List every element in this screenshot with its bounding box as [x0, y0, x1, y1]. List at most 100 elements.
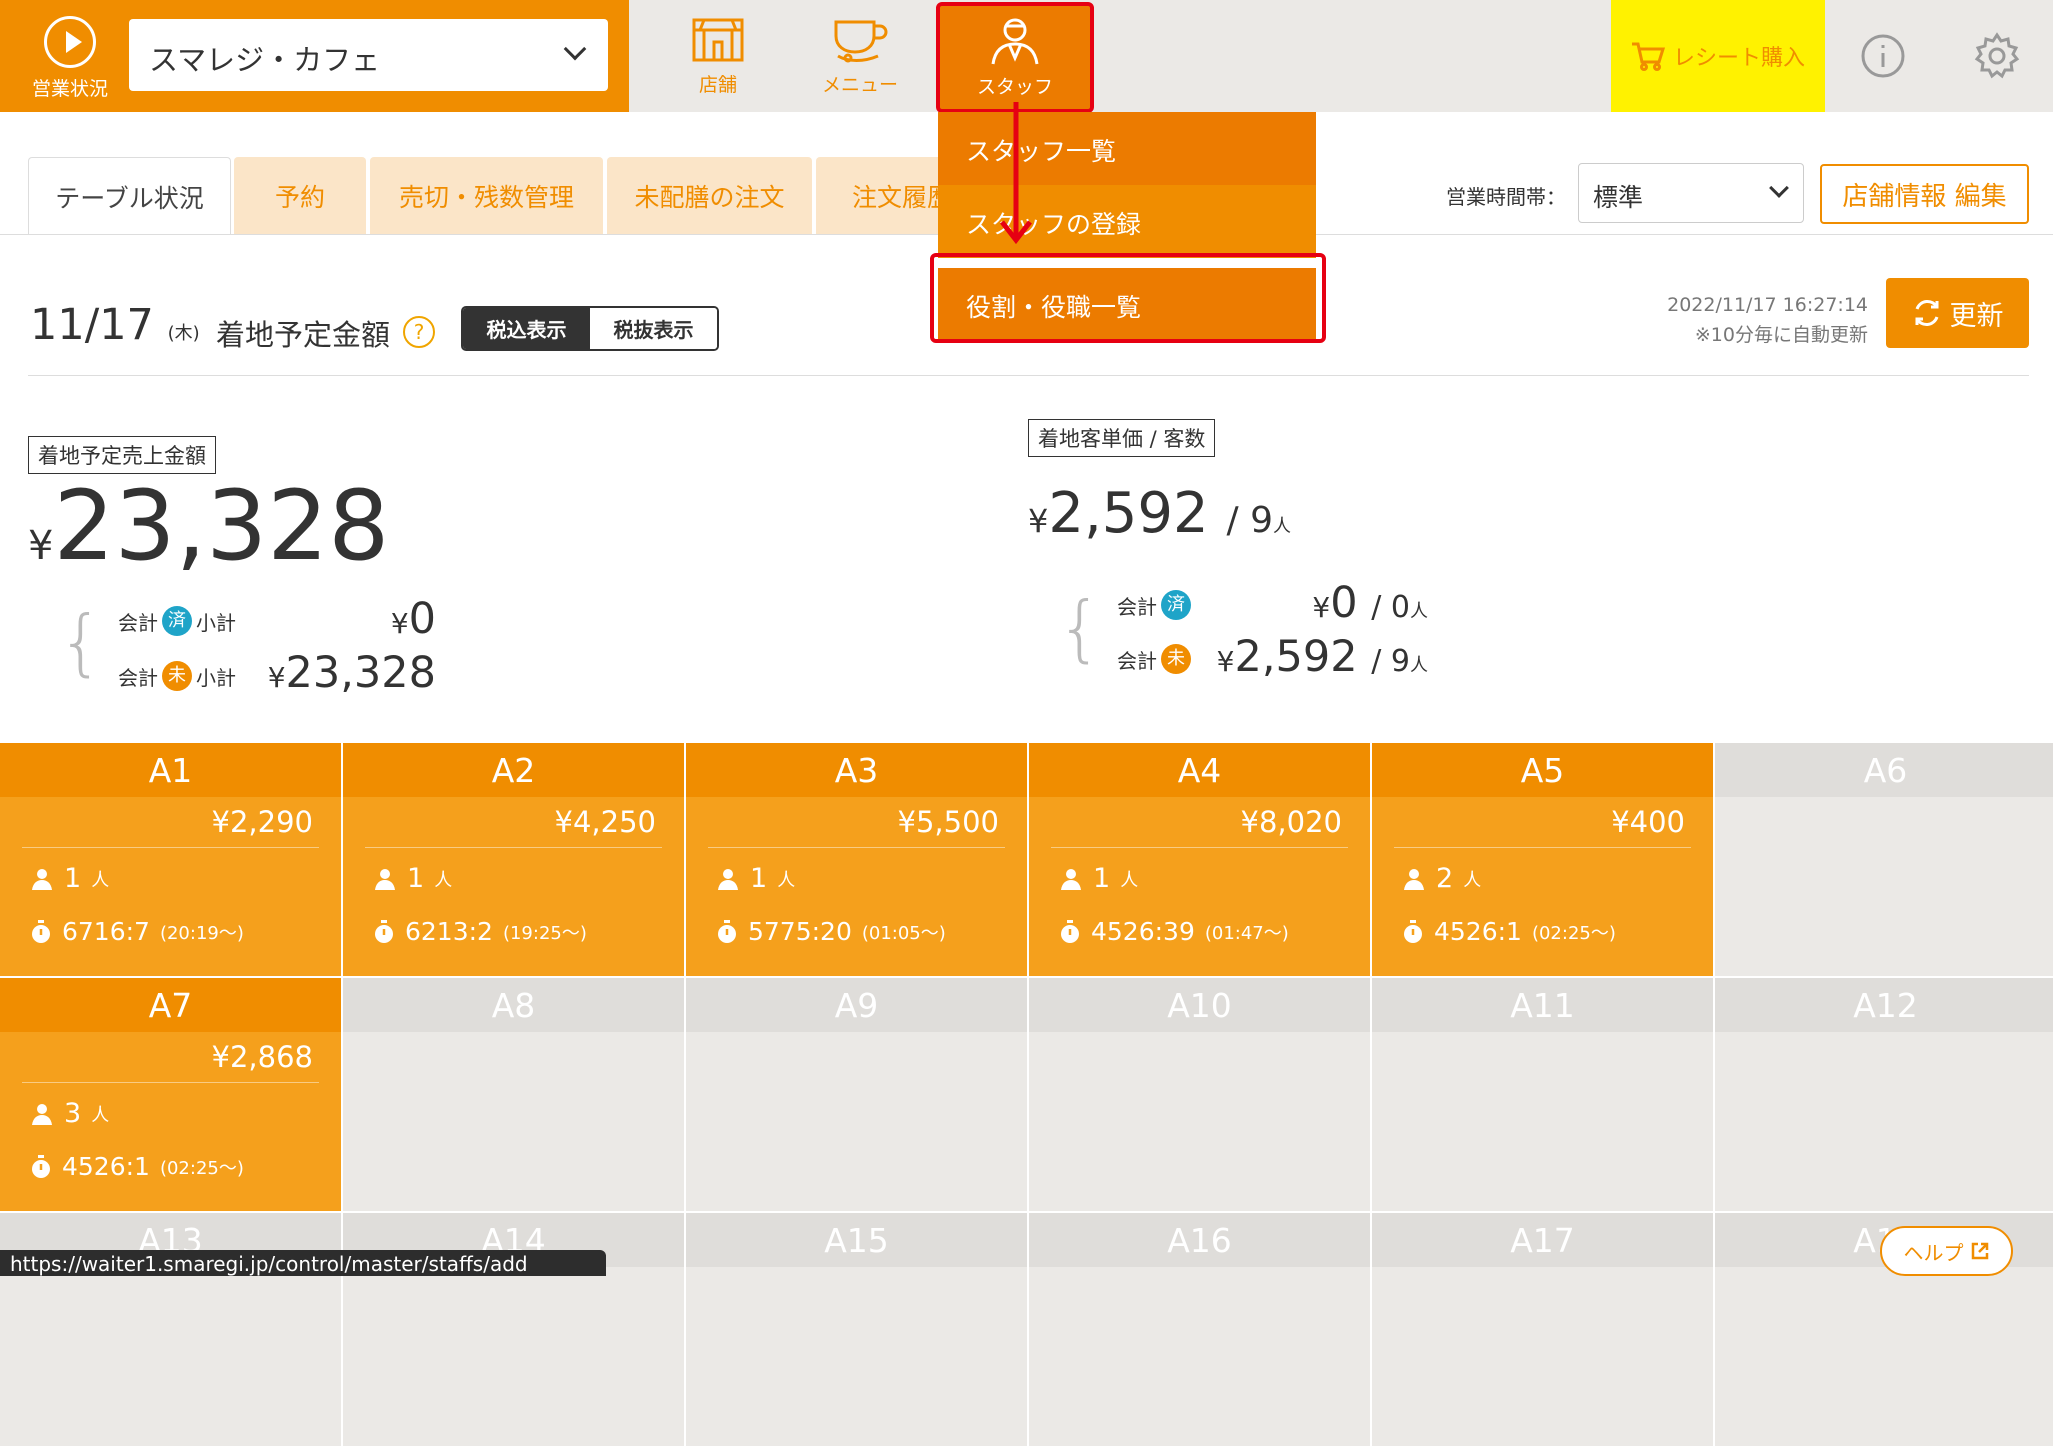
table-name: A9 — [686, 978, 1027, 1032]
kaikei-label: 会計 — [1117, 594, 1157, 619]
nav-menu[interactable]: メニュー — [785, 0, 935, 112]
unit-done-row: 会計 済 — [1117, 590, 1191, 620]
table-cell[interactable]: A11 — [1372, 978, 1713, 1211]
table-cell[interactable]: A13 — [0, 1213, 341, 1446]
table-cell[interactable]: A16 — [1029, 1213, 1370, 1446]
day-of-week: (木) — [167, 323, 200, 344]
buy-receipt-button[interactable]: レシート購入 — [1611, 0, 1825, 112]
help-label: ヘルプ — [1903, 1240, 1964, 1265]
cart-icon — [1631, 42, 1665, 71]
cup-icon — [834, 20, 888, 63]
table-cell[interactable]: A10 — [1029, 978, 1370, 1211]
header-store-area: 営業状況 スマレジ・カフェ — [0, 0, 629, 112]
table-divider — [708, 847, 1005, 848]
menu-item-staff-register[interactable]: スタッフの登録 — [938, 185, 1316, 258]
nav-store-label: 店舗 — [698, 74, 737, 96]
timestamp-value: 2022/11/17 16:27:14 — [1667, 294, 1868, 316]
help-button[interactable]: ヘルプ — [1880, 1226, 2013, 1276]
business-status-button[interactable]: 営業状況 — [20, 16, 120, 101]
table-name: A15 — [686, 1213, 1027, 1267]
nav-menu-label: メニュー — [821, 74, 898, 96]
brace-icon: { — [1057, 586, 1103, 670]
table-cell[interactable]: A9 — [686, 978, 1027, 1211]
table-name: A12 — [1715, 978, 2053, 1032]
table-cell[interactable]: A3 ¥5,500 1 人 5775:20 (01:05〜) — [686, 743, 1027, 976]
person-icon — [32, 868, 52, 890]
tab-label: 予約 — [274, 183, 325, 212]
kaikei-label: 会計 — [1117, 648, 1157, 673]
tab-unserved[interactable]: 未配膳の注文 — [607, 157, 812, 235]
unit-done-amount: ¥0 / 0人 — [1220, 582, 1428, 625]
settings-button[interactable] — [1941, 0, 2053, 112]
brace-icon: { — [58, 600, 104, 684]
refresh-button[interactable]: 更新 — [1886, 278, 2029, 348]
store-icon — [692, 18, 744, 62]
table-cell[interactable]: A4 ¥8,020 1 人 4526:39 (01:47〜) — [1029, 743, 1370, 976]
table-cell[interactable]: A2 ¥4,250 1 人 6213:2 (19:25〜) — [343, 743, 684, 976]
sales-done-value: 0 — [408, 594, 436, 644]
sales-done-row: 会計 済 小計 — [118, 606, 236, 636]
tab-soldout[interactable]: 売切・残数管理 — [370, 157, 603, 235]
nin-unit: 人 — [91, 869, 110, 891]
sales-undone-amount: ¥23,328 — [250, 652, 436, 695]
info-button[interactable] — [1827, 0, 1939, 112]
person-icon — [1061, 868, 1081, 890]
table-guests: 2人 — [1402, 863, 1481, 894]
unit-price-value: 2,592 — [1048, 481, 1209, 546]
tax-excluded-option[interactable]: 税抜表示 — [590, 308, 717, 349]
unit-price-total: ¥2,592 / 9人 — [1028, 486, 1291, 542]
buy-receipt-label: レシート購入 — [1672, 46, 1805, 71]
gear-icon — [1974, 32, 2020, 79]
table-divider — [22, 1082, 319, 1083]
tab-reservation[interactable]: 予約 — [234, 157, 366, 235]
table-cell[interactable]: A1 ¥2,290 1 人 6716:7 (20:19〜) — [0, 743, 341, 976]
tax-display-toggle: 税込表示 税抜表示 — [461, 306, 719, 351]
stopwatch-icon — [1404, 919, 1422, 943]
table-name: A1 — [0, 743, 341, 797]
business-status-label: 営業状況 — [31, 78, 108, 100]
unit-undone-price: 2,592 — [1234, 632, 1358, 682]
guest-count: 1 — [407, 863, 425, 894]
table-guests: 3人 — [30, 1098, 109, 1129]
table-cell[interactable]: A5 ¥400 2 人 4526:1 (02:25〜) — [1372, 743, 1713, 976]
red-arrow-icon — [1000, 102, 1032, 245]
nin-unit: 人 — [1463, 869, 1482, 891]
start-time: (19:25〜) — [502, 922, 587, 944]
updated-timestamp: 2022/11/17 16:27:14 ※10分毎に自動更新 — [1600, 290, 1868, 350]
table-amount: ¥2,868 — [211, 1040, 313, 1074]
table-name: A16 — [1029, 1213, 1370, 1267]
table-amount: ¥5,500 — [897, 805, 999, 839]
table-cell[interactable]: A7 ¥2,868 3 人 4526:1 (02:25〜) — [0, 978, 341, 1211]
refresh-icon — [1915, 300, 1938, 326]
tax-included-option[interactable]: 税込表示 — [463, 308, 590, 349]
table-divider — [1051, 847, 1348, 848]
table-cell[interactable]: A15 — [686, 1213, 1027, 1446]
kaikei-label: 会計 — [118, 665, 158, 690]
store-select[interactable]: スマレジ・カフェ — [129, 19, 608, 91]
tab-label: 未配膳の注文 — [634, 183, 785, 212]
nin-unit: 人 — [777, 869, 796, 891]
nin-unit: 人 — [91, 1104, 110, 1126]
settled-badge: 済 — [1161, 590, 1191, 620]
table-cell[interactable]: A12 — [1715, 978, 2053, 1211]
table-cell[interactable]: A14 — [343, 1213, 684, 1446]
store-select-value: スマレジ・カフェ — [149, 43, 381, 77]
tab-table-status[interactable]: テーブル状況 — [28, 157, 231, 235]
table-cell[interactable]: A17 — [1372, 1213, 1713, 1446]
person-icon — [32, 1103, 52, 1125]
hours-select[interactable]: 標準 — [1578, 163, 1804, 223]
menu-item-staff-list[interactable]: スタッフ一覧 — [938, 112, 1316, 185]
table-cell[interactable]: A6 — [1715, 743, 2053, 976]
edit-store-button[interactable]: 店舗情報 編集 — [1820, 164, 2029, 224]
guest-count: 1 — [64, 863, 82, 894]
nav-store[interactable]: 店舗 — [643, 0, 793, 112]
start-time: (20:19〜) — [159, 922, 244, 944]
menu-item-label: スタッフ一覧 — [966, 137, 1117, 166]
table-name: A11 — [1372, 978, 1713, 1032]
table-elapsed: 4526:39 (01:47〜) — [1059, 917, 1289, 946]
guest-count: 3 — [64, 1098, 82, 1129]
help-question-icon[interactable]: ? — [403, 316, 435, 348]
table-cell[interactable]: A8 — [343, 978, 684, 1211]
business-date: 11/17 (木) — [30, 300, 200, 350]
table-name: A2 — [343, 743, 684, 797]
